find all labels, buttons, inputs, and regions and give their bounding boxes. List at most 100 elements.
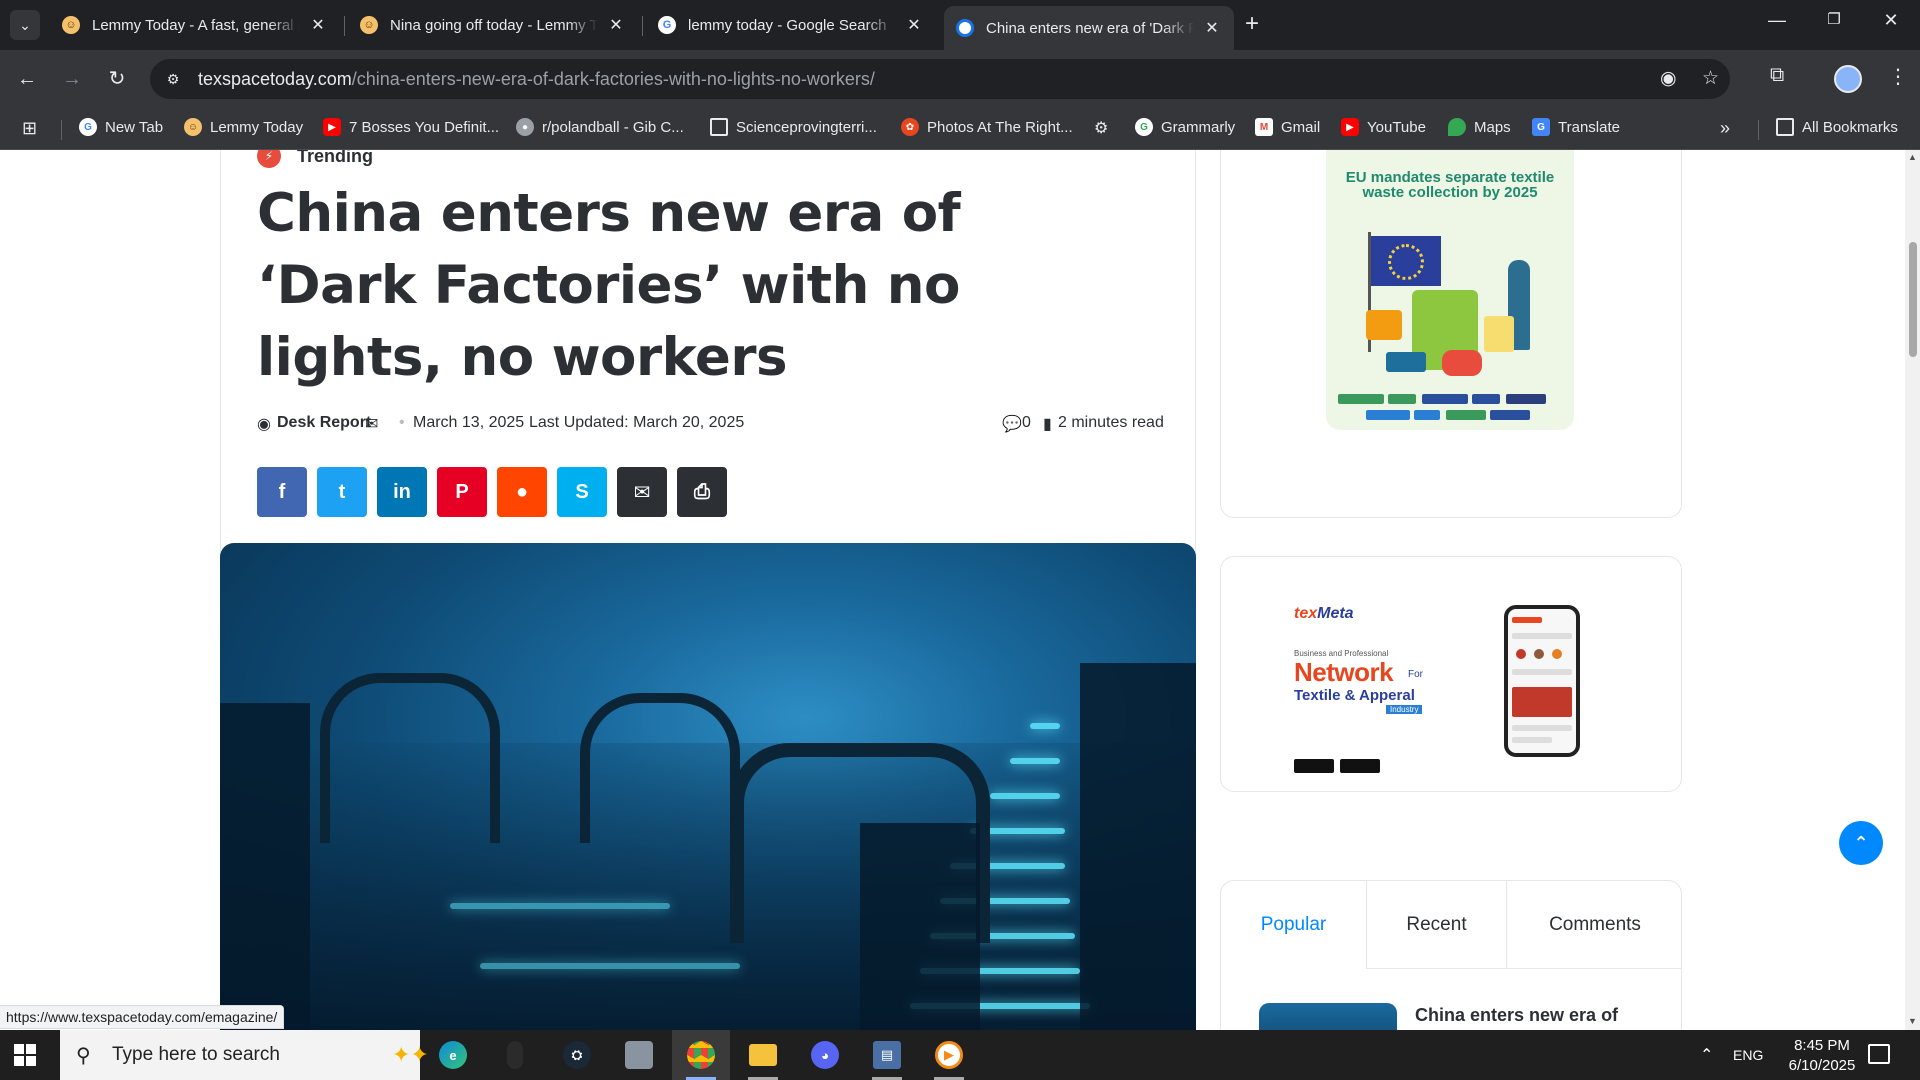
taskbar-clock[interactable]: 8:45 PM 6/10/2025 bbox=[1776, 1036, 1868, 1076]
browser-tab[interactable]: G lemmy today - Google Search ✕ bbox=[646, 6, 936, 44]
restore-icon: ❐ bbox=[1827, 11, 1841, 28]
restore-button[interactable]: ❐ bbox=[1814, 10, 1854, 28]
close-icon[interactable]: ✕ bbox=[1202, 18, 1222, 38]
bookmarks-overflow-icon[interactable]: » bbox=[1720, 118, 1730, 139]
facebook-share-button[interactable]: f bbox=[257, 467, 307, 517]
url-host: texspacetoday.com bbox=[198, 68, 352, 89]
bookmark-photos[interactable]: ✿ Photos At The Right... bbox=[901, 118, 1073, 136]
bookmark-icon: ▮ bbox=[1043, 416, 1052, 433]
scroll-up-icon[interactable]: ▲ bbox=[1908, 152, 1917, 162]
bookmark-grammarly[interactable]: G Grammarly bbox=[1135, 118, 1235, 136]
google-icon: G bbox=[658, 16, 676, 34]
browser-tab-active[interactable]: China enters new era of 'Dark Fa ✕ bbox=[944, 6, 1234, 50]
eye-off-icon[interactable]: ◉ bbox=[1660, 67, 1677, 90]
taskbar-search-box[interactable]: ⚲ Type here to search ✦✦ bbox=[60, 1030, 429, 1080]
browser-tab[interactable]: ☺ Nina going off today - Lemmy T ✕ bbox=[348, 6, 638, 44]
texmeta-network: Network bbox=[1294, 657, 1394, 687]
taskbar-edge[interactable]: e bbox=[424, 1030, 482, 1080]
bookmark-new-tab[interactable]: G New Tab bbox=[79, 118, 163, 136]
close-icon[interactable]: ✕ bbox=[308, 15, 328, 35]
linkedin-icon: in bbox=[393, 480, 411, 503]
reload-button[interactable]: ↻ bbox=[102, 64, 132, 94]
close-icon[interactable]: ✕ bbox=[606, 15, 626, 35]
tab-popular[interactable]: Popular bbox=[1221, 881, 1367, 969]
arrow-left-icon: ← bbox=[17, 68, 37, 90]
minimize-button[interactable]: — bbox=[1757, 10, 1797, 31]
trending-icon: ⚡ bbox=[257, 150, 281, 168]
browser-tab[interactable]: ☺ Lemmy Today - A fast, general p ✕ bbox=[50, 6, 340, 44]
photos-icon: ✿ bbox=[901, 118, 919, 136]
taskbar-steam[interactable]: ⛭ bbox=[548, 1030, 606, 1080]
comments-count[interactable]: 0 bbox=[1022, 414, 1031, 432]
category-label[interactable]: ⚡ Trending bbox=[257, 150, 373, 168]
apps-icon[interactable]: ⊞ bbox=[22, 118, 37, 139]
lemmy-icon: ☺ bbox=[62, 16, 80, 34]
taskbar-mouse-app[interactable] bbox=[486, 1030, 544, 1080]
bookmark-translate[interactable]: G Translate bbox=[1532, 118, 1620, 136]
reddit-share-button[interactable]: ● bbox=[497, 467, 547, 517]
tab-recent[interactable]: Recent bbox=[1367, 881, 1507, 969]
taskbar-discord[interactable]: ◕ bbox=[796, 1030, 854, 1080]
print-button[interactable]: ⎙ bbox=[677, 467, 727, 517]
taskbar-media-player[interactable]: ▶ bbox=[920, 1030, 978, 1080]
taskbar-file-explorer[interactable] bbox=[734, 1030, 792, 1080]
bookmark-polandball[interactable]: ● r/polandball - Gib C... bbox=[516, 118, 684, 136]
settings-bookmark-icon[interactable]: ⚙ bbox=[1094, 118, 1108, 138]
email-share-button[interactable]: ✉ bbox=[617, 467, 667, 517]
bookmark-maps[interactable]: Maps bbox=[1448, 118, 1511, 136]
tab-comments[interactable]: Comments bbox=[1507, 881, 1681, 969]
bookmark-separator bbox=[1758, 120, 1759, 140]
taskbar-remote-app[interactable]: ▤ bbox=[858, 1030, 916, 1080]
scroll-thumb[interactable] bbox=[1909, 242, 1917, 357]
back-button[interactable]: ← bbox=[12, 64, 42, 94]
article-title: China enters new era of ‘Dark Factories’… bbox=[257, 183, 961, 388]
forward-button[interactable]: → bbox=[57, 64, 87, 94]
featured-image bbox=[220, 543, 1196, 1030]
bookmark-gmail[interactable]: M Gmail bbox=[1255, 118, 1320, 136]
bookmark-lemmy-today[interactable]: ☺ Lemmy Today bbox=[184, 118, 303, 136]
bookmark-7-bosses[interactable]: ▶ 7 Bosses You Definit... bbox=[323, 118, 499, 136]
extensions-icon[interactable]: ⧉ bbox=[1770, 64, 1784, 87]
page-scrollbar[interactable]: ▲ ▼ bbox=[1905, 150, 1920, 1030]
eu-textile-ad[interactable]: EU mandates separate textile waste colle… bbox=[1326, 150, 1574, 430]
skype-icon: S bbox=[575, 480, 589, 503]
site-info-button[interactable]: ⚙ bbox=[158, 64, 188, 94]
browser-toolbar: ← → ↻ ⚙ texspacetoday.com/china-enters-n… bbox=[0, 50, 1920, 108]
notification-icon[interactable] bbox=[1868, 1044, 1890, 1064]
close-icon[interactable]: ✕ bbox=[904, 15, 924, 35]
new-tab-button[interactable]: + bbox=[1245, 12, 1259, 36]
clock-time: 8:45 PM bbox=[1794, 1037, 1850, 1054]
linkedin-share-button[interactable]: in bbox=[377, 467, 427, 517]
address-bar[interactable]: ⚙ texspacetoday.com/china-enters-new-era… bbox=[150, 59, 1730, 99]
tab-title: Lemmy Today - A fast, general p bbox=[92, 16, 300, 34]
bookmark-folder-science[interactable]: Scienceprovingterri... bbox=[710, 118, 877, 136]
windows-start-button[interactable] bbox=[14, 1044, 36, 1066]
taskbar-chrome[interactable] bbox=[672, 1030, 730, 1080]
url-text[interactable]: texspacetoday.com/china-enters-new-era-o… bbox=[198, 69, 875, 90]
star-icon[interactable]: ☆ bbox=[1702, 67, 1719, 90]
more-vert-icon[interactable]: ⋮ bbox=[1888, 64, 1908, 89]
all-bookmarks[interactable]: All Bookmarks bbox=[1776, 118, 1898, 136]
pinterest-share-button[interactable]: P bbox=[437, 467, 487, 517]
skype-share-button[interactable]: S bbox=[557, 467, 607, 517]
bookmark-youtube[interactable]: ▶ YouTube bbox=[1341, 118, 1426, 136]
tab-search-button[interactable]: ⌄ bbox=[10, 10, 40, 40]
language-indicator[interactable]: ENG bbox=[1733, 1030, 1763, 1080]
tray-overflow-icon[interactable]: ⌃ bbox=[1700, 1030, 1713, 1080]
twitter-icon: t bbox=[338, 480, 346, 503]
app-store-badge-icon[interactable] bbox=[1340, 759, 1380, 773]
close-window-button[interactable]: ✕ bbox=[1871, 10, 1911, 31]
profile-avatar[interactable] bbox=[1834, 65, 1862, 93]
google-play-badge-icon[interactable] bbox=[1294, 759, 1334, 773]
back-to-top-button[interactable]: ⌃ bbox=[1839, 821, 1883, 865]
texmeta-ad[interactable]: texMeta Business and Professional Networ… bbox=[1290, 605, 1610, 785]
scroll-down-icon[interactable]: ▼ bbox=[1908, 1016, 1917, 1026]
twitter-share-button[interactable]: t bbox=[317, 467, 367, 517]
envelope-icon[interactable]: ✉ bbox=[365, 414, 378, 434]
post-title[interactable]: China enters new era of bbox=[1415, 1005, 1618, 1026]
author-link[interactable]: Desk Report bbox=[277, 414, 371, 432]
play-icon: ▶ bbox=[935, 1041, 963, 1069]
post-thumbnail[interactable] bbox=[1259, 1003, 1397, 1030]
taskbar-app[interactable] bbox=[610, 1030, 668, 1080]
lemmy-icon: ☺ bbox=[360, 16, 378, 34]
